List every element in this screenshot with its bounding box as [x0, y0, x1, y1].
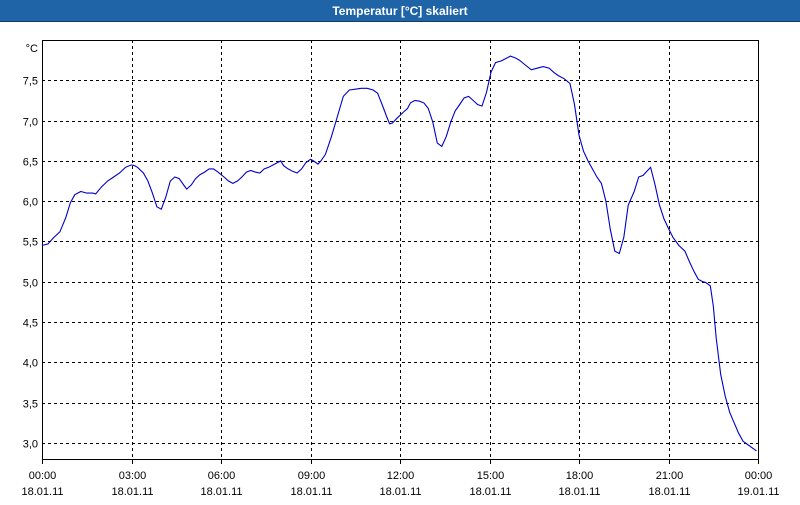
x-tick-time: 12:00: [387, 470, 415, 482]
y-tick-label: 7,5: [23, 76, 38, 88]
y-tick-label: 5,5: [23, 237, 38, 249]
x-tick-time: 21:00: [656, 470, 684, 482]
series-layer: [41, 55, 757, 452]
x-tick-date: 18.01.11: [111, 486, 153, 498]
grid: [42, 40, 758, 459]
x-tick-time: 06:00: [208, 470, 236, 482]
temperature-line-chart: 3,0 3,5 4,0 4,5 5,0 5,5 6,0 6,5 7,0 7,5 °C 00:00 18.…: [21, 40, 780, 498]
x-tick-date: 18.01.11: [21, 486, 63, 498]
x-tick-date: 18.01.11: [200, 486, 242, 498]
y-tick-label: 7,0: [23, 117, 38, 129]
x-tick-time: 00:00: [745, 470, 773, 482]
x-tick-date: 18.01.11: [290, 486, 332, 498]
y-tick-label: 6,0: [23, 197, 38, 209]
x-tick-date: 18.01.11: [558, 486, 600, 498]
x-tick-time: 09:00: [298, 470, 326, 482]
y-tick-label: 4,0: [23, 358, 38, 370]
x-tick-time: 15:00: [477, 470, 505, 482]
x-tick-date: 18.01.11: [648, 486, 690, 498]
x-tick-date: 19.01.11: [737, 486, 779, 498]
y-tick-label: 6,5: [23, 157, 38, 169]
x-tick-date: 18.01.11: [469, 486, 511, 498]
chart-area: 3,0 3,5 4,0 4,5 5,0 5,5 6,0 6,5 7,0 7,5 °C 00:00 18.…: [0, 22, 800, 500]
x-tick-date: 18.01.11: [379, 486, 421, 498]
temperature-series-line: [41, 55, 757, 452]
x-tick-time: 03:00: [119, 470, 147, 482]
x-tick-time: 18:00: [566, 470, 594, 482]
y-tick-label: 4,5: [23, 318, 38, 330]
y-unit-label: °C: [26, 43, 38, 55]
y-tick-label: 5,0: [23, 278, 38, 290]
chart-title: Temperatur [°C] skaliert: [0, 0, 800, 22]
x-tick-time: 00:00: [29, 470, 57, 482]
y-tick-label: 3,5: [23, 399, 38, 411]
y-tick-label: 3,0: [23, 439, 38, 451]
